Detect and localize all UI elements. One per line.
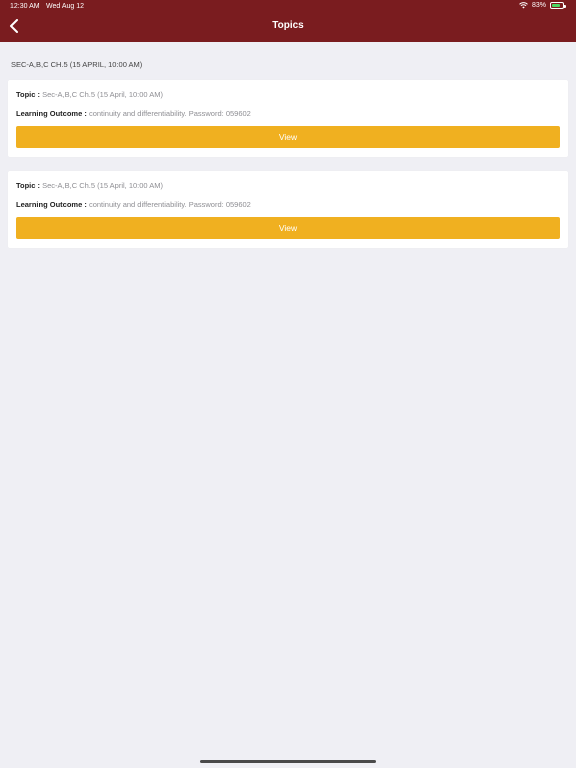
section-header: SEC-A,B,C CH.5 (15 APRIL, 10:00 AM) [11,60,143,69]
learning-outcome-row: Learning Outcome : continuity and differ… [16,200,251,209]
battery-percentage: 83% [531,2,546,9]
topic-label: Topic : [16,181,41,190]
view-button[interactable]: View [16,217,560,239]
topic-label: Topic : [16,90,41,99]
status-right: 83% [519,2,566,9]
status-date: Wed Aug 12 [46,3,85,10]
topic-card: Topic : Sec-A,B,C Ch.5 (15 April, 10:00 … [8,171,568,248]
status-time: 12:30 AM [10,3,40,10]
status-bar: 12:30 AM Wed Aug 12 83% [0,0,576,14]
battery-icon [550,2,566,9]
learning-outcome-value: continuity and differentiability. Passwo… [88,109,251,118]
nav-bar: Topics [0,14,576,42]
topic-value: Sec-A,B,C Ch.5 (15 April, 10:00 AM) [42,90,164,99]
topic-row: Topic : Sec-A,B,C Ch.5 (15 April, 10:00 … [16,181,163,190]
wifi-icon [519,2,528,9]
learning-outcome-row: Learning Outcome : continuity and differ… [16,109,251,118]
topic-value: Sec-A,B,C Ch.5 (15 April, 10:00 AM) [42,181,164,190]
home-indicator [200,760,376,763]
battery-fill [552,4,560,7]
battery-tip [564,5,566,8]
header: 12:30 AM Wed Aug 12 83% Topics [0,0,576,42]
learning-outcome-value: continuity and differentiability. Passwo… [88,200,251,209]
topic-card: Topic : Sec-A,B,C Ch.5 (15 April, 10:00 … [8,80,568,157]
view-button[interactable]: View [16,126,560,148]
app-root: 12:30 AM Wed Aug 12 83% Topics SEC-A,B,C… [0,0,576,768]
topic-row: Topic : Sec-A,B,C Ch.5 (15 April, 10:00 … [16,90,163,99]
learning-outcome-label: Learning Outcome : [16,109,87,118]
learning-outcome-label: Learning Outcome : [16,200,87,209]
page-title: Topics [272,20,304,31]
